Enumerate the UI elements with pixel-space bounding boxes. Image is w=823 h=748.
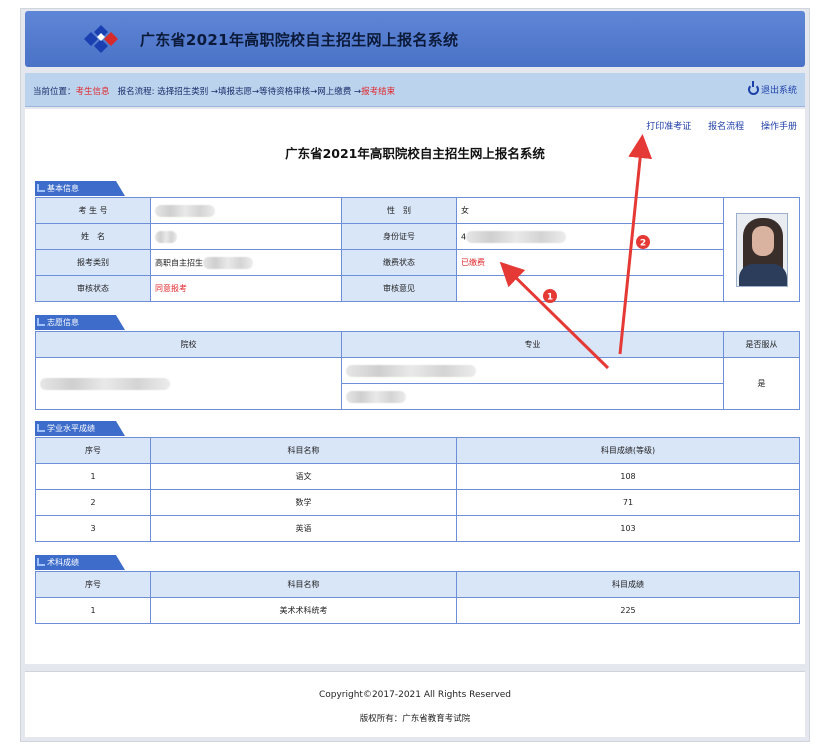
academic-col-no: 序号 (35, 437, 151, 464)
basic-info-table: 考 生 号 性 别 女 姓 名 身份证号 4 报考类别 高职自主招生 缴费状态 … (35, 197, 800, 302)
location-value: 考生信息 (75, 87, 110, 97)
col-school: 院校 (35, 331, 342, 358)
page-title: 广东省2021年高职院校自主招生网上报名系统 (285, 146, 545, 161)
copyright-text: Copyright©2017-2021 All Rights Reserved (318, 690, 512, 700)
academic-table: 序号 科目名称 科目成绩(等级) 1 语文 108 2 数学 71 3 英语 1… (35, 437, 800, 542)
logout-button[interactable]: 退出系统 (747, 81, 797, 96)
page-frame: 广东省2021年高职院校自主招生网上报名系统 当前位置：考生信息 报名流程: 选… (20, 8, 810, 742)
main-content: 打印准考证 报名流程 操作手册 广东省2021年高职院校自主招生网上报名系统 基… (25, 109, 805, 664)
gender-value: 女 (456, 197, 724, 224)
footer: Copyright©2017-2021 All Rights Reserved … (25, 671, 805, 737)
breadcrumb: 当前位置：考生信息 报名流程: 选择招生类别 →填报志愿→等待资格审核→网上缴费… (33, 85, 395, 97)
row-subject: 语文 (150, 463, 457, 490)
location-label: 当前位置： (33, 87, 76, 97)
technical-tab: 术科成绩 (35, 555, 125, 570)
major-value-1 (341, 357, 724, 384)
name-label: 姓 名 (35, 223, 151, 250)
row-no: 1 (35, 463, 151, 490)
exam-no-label: 考 生 号 (35, 197, 151, 224)
audit-status: 同意报考 (150, 275, 342, 302)
volunteer-table: 院校 专业 是否服从 是 (35, 331, 800, 410)
category-value: 高职自主招生 (150, 249, 342, 276)
technical-table: 序号 科目名称 科目成绩 1 美术术科统考 225 (35, 571, 800, 624)
site-title: 广东省2021年高职院校自主招生网上报名系统 (140, 31, 459, 49)
id-label: 身份证号 (341, 223, 457, 250)
technical-col-score: 科目成绩 (456, 571, 800, 598)
obey-value: 是 (723, 357, 800, 410)
power-icon (747, 81, 759, 95)
academic-col-score: 科目成绩(等级) (456, 437, 800, 464)
row-score: 225 (456, 597, 800, 624)
row-no: 3 (35, 515, 151, 542)
academic-col-subject: 科目名称 (150, 437, 457, 464)
gender-label: 性 别 (341, 197, 457, 224)
owner-text: 版权所有：广东省教育考试院 (359, 714, 471, 724)
name-value (150, 223, 342, 250)
audit-label: 审核状态 (35, 275, 151, 302)
table-row: 1 美术术科统考 225 (35, 597, 800, 624)
row-subject: 美术术科统考 (150, 597, 457, 624)
logout-label: 退出系统 (760, 86, 797, 96)
table-row: 2 数学 71 (35, 489, 800, 516)
student-photo (735, 212, 788, 287)
row-score: 108 (456, 463, 800, 490)
category-label: 报考类别 (35, 249, 151, 276)
top-links: 打印准考证 报名流程 操作手册 (632, 119, 797, 132)
row-score: 71 (456, 489, 800, 516)
col-major: 专业 (341, 331, 724, 358)
diamond-logo-icon (84, 25, 118, 53)
print-admission-link[interactable]: 打印准考证 (646, 122, 691, 132)
payment-label: 缴费状态 (341, 249, 457, 276)
location-bar: 当前位置：考生信息 报名流程: 选择招生类别 →填报志愿→等待资格审核→网上缴费… (25, 73, 805, 107)
opinion-value (456, 275, 724, 302)
row-no: 1 (35, 597, 151, 624)
col-obey: 是否服从 (723, 331, 800, 358)
technical-col-no: 序号 (35, 571, 151, 598)
volunteer-tab: 志愿信息 (35, 315, 125, 330)
row-score: 103 (456, 515, 800, 542)
basic-info-tab: 基本信息 (35, 181, 125, 196)
photo-cell (723, 197, 800, 302)
row-subject: 数学 (150, 489, 457, 516)
major-value-2 (341, 383, 724, 410)
flow-steps: 报名流程: 选择招生类别 →填报志愿→等待资格审核→网上缴费 → (117, 87, 362, 97)
flow-link[interactable]: 报名流程 (708, 122, 744, 132)
table-row: 3 英语 103 (35, 515, 800, 542)
row-no: 2 (35, 489, 151, 516)
id-value: 4 (456, 223, 724, 250)
exam-no-value (150, 197, 342, 224)
technical-col-subject: 科目名称 (150, 571, 457, 598)
site-header: 广东省2021年高职院校自主招生网上报名系统 (25, 11, 805, 67)
academic-tab: 学业水平成绩 (35, 421, 125, 436)
manual-link[interactable]: 操作手册 (761, 122, 797, 132)
table-row: 1 语文 108 (35, 463, 800, 490)
school-value (35, 357, 342, 410)
flow-end: 报考结束 (361, 87, 396, 97)
row-subject: 英语 (150, 515, 457, 542)
opinion-label: 审核意见 (341, 275, 457, 302)
payment-status: 已缴费 (456, 249, 724, 276)
